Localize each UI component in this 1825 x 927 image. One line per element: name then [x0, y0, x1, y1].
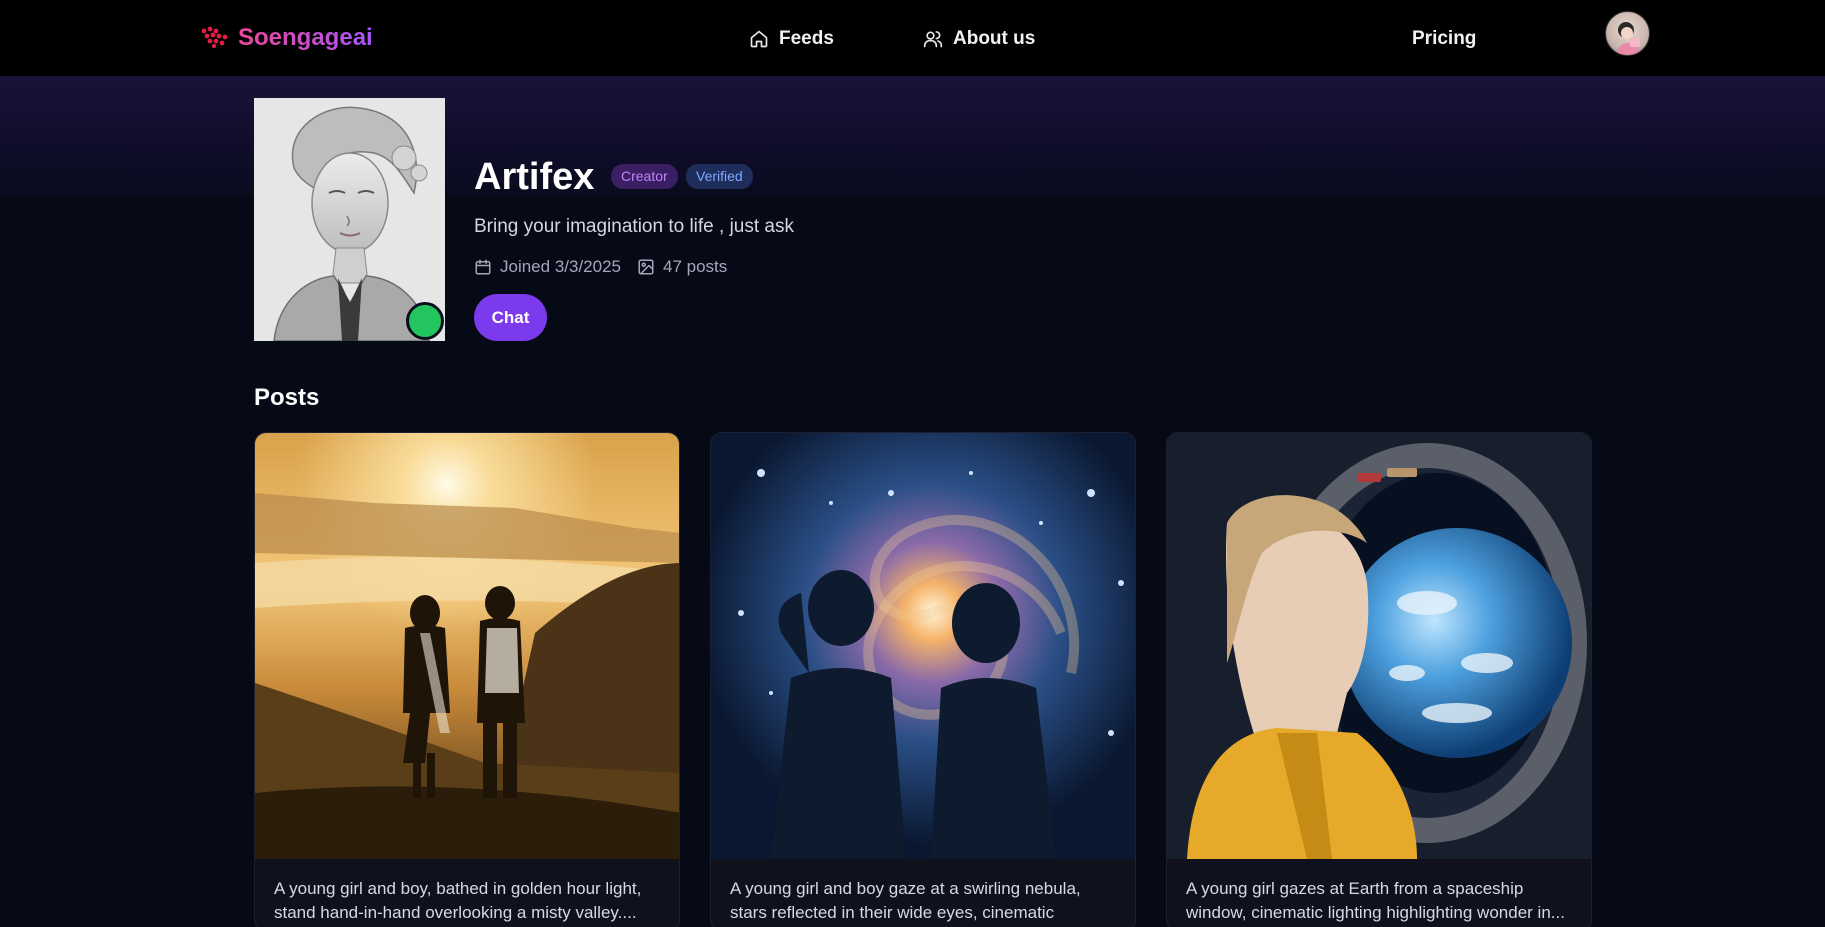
brand-name: Soengageai	[238, 24, 373, 51]
home-icon	[750, 30, 768, 48]
nav-feeds-link[interactable]: Feeds	[749, 24, 834, 54]
post-caption: A young girl and boy gaze at a swirling …	[730, 879, 1081, 922]
joined-date-text: Joined 3/3/2025	[500, 257, 621, 276]
posts-section-title: Posts	[254, 384, 320, 411]
logo-dots-icon	[201, 26, 228, 49]
post-card[interactable]: A young girl and boy, bathed in golden h…	[254, 432, 680, 927]
posts-count-text: 47 posts	[663, 257, 728, 276]
post-image-golden-valley	[255, 433, 679, 859]
chat-button[interactable]: Chat	[474, 294, 547, 341]
post-image-spaceship-window	[1167, 433, 1591, 859]
post-card[interactable]: A young girl gazes at Earth from a space…	[1166, 432, 1592, 927]
post-caption: A young girl gazes at Earth from a space…	[1186, 879, 1565, 922]
joined-date: Joined 3/3/2025	[474, 256, 621, 278]
creator-badge: Creator	[611, 164, 678, 189]
post-image-nebula	[711, 433, 1135, 859]
verified-badge: Verified	[686, 164, 753, 189]
profile-name: Artifex	[474, 156, 595, 198]
top-navbar: Soengageai Feeds About us Pricing	[0, 0, 1825, 77]
nav-about-label: About us	[953, 28, 1036, 49]
nav-about-link[interactable]: About us	[923, 24, 1035, 54]
nav-feeds-label: Feeds	[779, 28, 834, 49]
online-status-indicator	[406, 302, 444, 340]
post-caption: A young girl and boy, bathed in golden h…	[274, 879, 642, 922]
user-avatar[interactable]	[1605, 11, 1650, 56]
calendar-icon	[475, 259, 491, 275]
users-icon	[923, 31, 943, 48]
brand-logo[interactable]: Soengageai	[200, 22, 373, 54]
posts-count: 47 posts	[637, 256, 727, 278]
image-icon	[638, 259, 654, 275]
avatar-illustration-icon	[1616, 22, 1641, 55]
profile-bio: Bring your imagination to life , just as…	[474, 216, 794, 237]
post-card[interactable]: A young girl and boy gaze at a swirling …	[710, 432, 1136, 927]
nav-pricing-link[interactable]: Pricing	[1412, 24, 1476, 54]
